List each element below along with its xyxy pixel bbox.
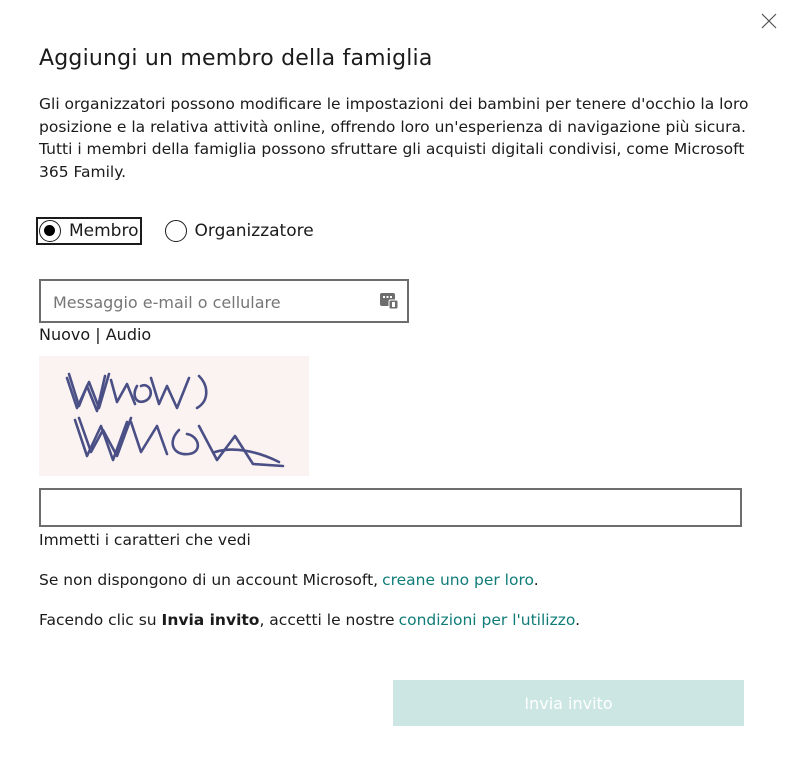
captcha-new-link[interactable]: Nuovo: [39, 325, 90, 344]
email-field[interactable]: [39, 279, 409, 323]
role-radio-group: Membro Organizzatore: [36, 217, 340, 245]
no-account-period: .: [533, 571, 539, 589]
terms-middle: , accetti le nostre: [259, 611, 395, 629]
no-account-line: Se non dispongono di un account Microsof…: [39, 571, 539, 589]
terms-period: .: [575, 611, 581, 629]
radio-organizer-indicator[interactable]: [164, 220, 187, 242]
radio-member-label: Membro: [69, 221, 139, 241]
captcha-hint: Immetti i caratteri che vedi: [39, 531, 251, 549]
keyboard-icon[interactable]: [379, 290, 399, 310]
dialog-title: Aggiungi un membro della famiglia: [39, 46, 433, 71]
radio-selected-dot: [44, 225, 55, 236]
captcha-field[interactable]: [39, 488, 744, 527]
radio-organizer-label: Organizzatore: [194, 221, 314, 241]
no-account-text: Se non dispongono di un account Microsof…: [39, 571, 379, 589]
radio-member-indicator[interactable]: [39, 220, 61, 242]
send-invite-button[interactable]: Invia invito: [393, 680, 744, 726]
captcha-links: Nuovo | Audio: [39, 325, 151, 344]
email-input[interactable]: [53, 289, 363, 315]
terms-prefix: Facendo clic su: [39, 611, 157, 629]
radio-organizer[interactable]: Organizzatore: [164, 220, 314, 242]
close-icon[interactable]: [760, 12, 778, 30]
captcha-audio-link[interactable]: Audio: [106, 325, 151, 344]
dialog-description: Gli organizzatori possono modificare le …: [39, 95, 749, 181]
captcha-input[interactable]: [41, 490, 744, 527]
create-account-link[interactable]: creane uno per loro: [382, 571, 534, 589]
terms-link[interactable]: condizioni per l'utilizzo: [399, 611, 576, 629]
terms-line: Facendo clic su Invia invito, accetti le…: [39, 611, 580, 629]
captcha-image: [39, 356, 309, 476]
radio-member[interactable]: Membro: [36, 217, 142, 245]
captcha-separator: |: [95, 325, 101, 344]
terms-bold: Invia invito: [161, 611, 260, 629]
